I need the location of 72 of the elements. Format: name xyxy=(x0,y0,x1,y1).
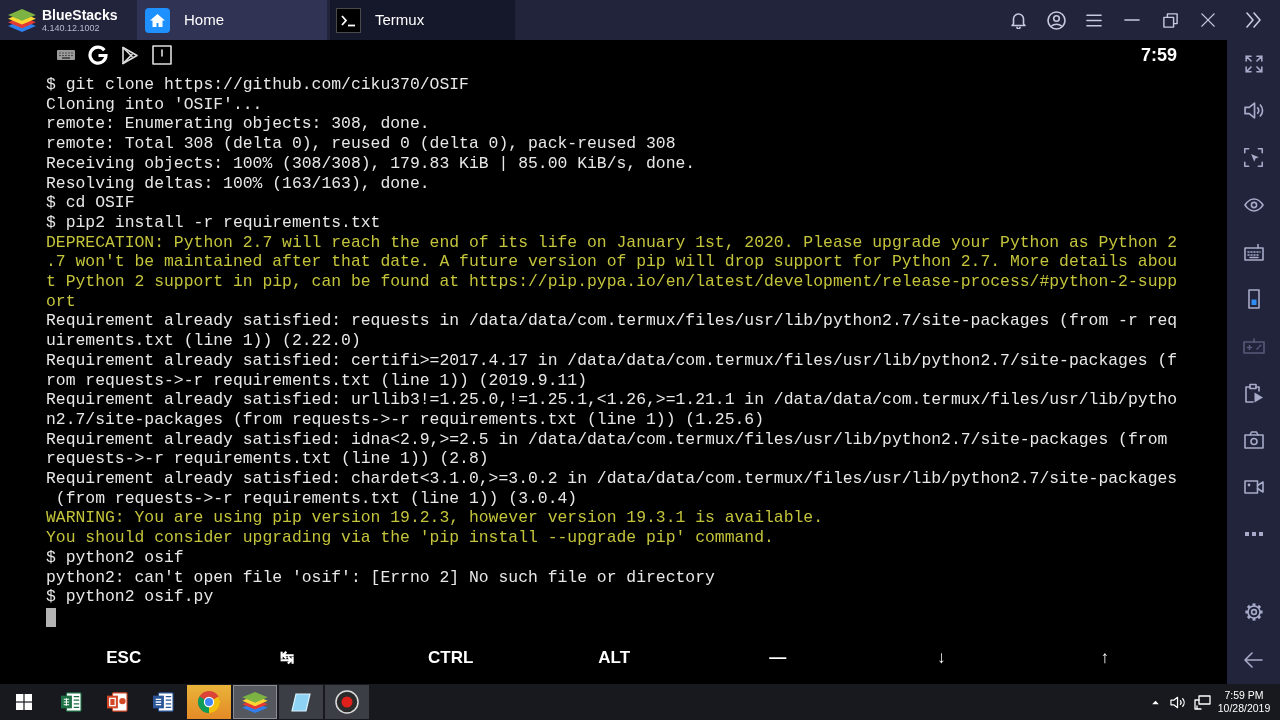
cursor-block-icon xyxy=(46,608,56,627)
restore-icon[interactable] xyxy=(1162,12,1178,28)
taskbar-button[interactable] xyxy=(279,685,323,719)
terminal-line: Cloning into 'OSIF'... xyxy=(46,94,264,115)
account-icon[interactable] xyxy=(1046,10,1066,30)
terminal-line: Receiving objects: 100% (308/308), 179.83 KiB | 85.00 KiB/s, done. xyxy=(46,153,697,174)
network-icon[interactable] xyxy=(1193,694,1211,710)
screen-pointer-icon[interactable] xyxy=(1244,148,1263,167)
extra-key[interactable]: ↑ xyxy=(1023,640,1187,676)
stack-logo-icon xyxy=(242,691,268,713)
stack-logo-icon xyxy=(8,8,36,32)
back-arrow-icon[interactable] xyxy=(1244,652,1263,668)
extra-key[interactable]: CTRL xyxy=(369,640,533,676)
terminal-line: WARNING: You are using pip version 19.2.3, however version 19.3.1 is available. xyxy=(46,508,825,529)
terminal-line: You should consider upgrading via the 'pip install --upgrade pip' command. xyxy=(46,528,775,548)
g-logo-icon xyxy=(88,45,108,65)
terminal-line: python2: can't open file 'osif': [Errno 2] No such file or directory xyxy=(46,567,716,588)
taskbar-time: 7:59 PM xyxy=(1224,689,1264,702)
keyboard-icon xyxy=(56,49,76,61)
status-time: 7:59 xyxy=(1140,43,1177,67)
terminal-line: $ pip2 install -r requirements.txt xyxy=(46,212,382,233)
clipboard-play-icon[interactable] xyxy=(1243,382,1264,403)
eye-icon[interactable] xyxy=(1243,197,1264,212)
terminal-line: Requirement already satisfied: certifi>=2017.4.17 in /data/data/com.termux/files/usr/lib/python2.7/site-packages (from requests->-r requirements.txt (line 1)) (2019.9.11) xyxy=(46,350,1179,391)
document-icon xyxy=(152,692,174,712)
app-name: BlueStacks xyxy=(42,7,118,23)
chevron-up-icon[interactable] xyxy=(1150,699,1160,705)
terminal-line: remote: Total 308 (delta 0), reused 0 (delta 0), pack-reused 308 xyxy=(46,134,677,154)
windows-logo-icon[interactable] xyxy=(15,694,32,710)
app-tab[interactable]: Termux xyxy=(330,0,515,40)
more-dots-icon[interactable] xyxy=(1244,531,1263,536)
speaker-icon[interactable] xyxy=(1243,101,1264,120)
app-version: 4.140.12.1002 xyxy=(42,22,101,33)
slanted-tile-icon xyxy=(291,692,311,712)
terminal-line: $ git clone https://github.com/ciku370/OSIF xyxy=(46,75,470,95)
terminal-line: $ python2 osif xyxy=(46,547,185,568)
camera-icon[interactable] xyxy=(1243,430,1264,449)
terminal-line: DEPRECATION: Python 2.7 will reach the end of its life on January 1st, 2020. Please upgrade your Python as Python 2.7 won't be maintained after that date. A future version of pip will drop support for Python 2.7. More details about Python 2 support in pip, can be found at https://pip.pypa.io/en/latest/development/release-process/#python-2-support xyxy=(46,232,1179,312)
terminal-line: Requirement already satisfied: requests in /data/data/com.termux/files/usr/lib/python2.7/site-packages (from -r requirements.txt (line 1)) (2.22.0) xyxy=(46,311,1179,351)
app-tab[interactable]: Home xyxy=(137,0,327,40)
presentation-icon xyxy=(106,692,128,712)
terminal-line: Requirement already satisfied: chardet<3.1.0,>=3.0.2 in /data/data/com.termux/files/usr/lib/python2.7/site-packages (from requests->-r requirements.txt (line 1)) (3.0.4) xyxy=(46,469,1179,509)
extra-key[interactable]: ALT xyxy=(532,640,696,676)
extra-key[interactable]: ↹ xyxy=(205,640,369,676)
taskbar-button[interactable] xyxy=(325,685,369,719)
double-chevron-icon[interactable] xyxy=(1246,12,1261,28)
house-icon xyxy=(145,7,170,33)
video-camera-icon[interactable] xyxy=(1243,479,1264,494)
round-logo-icon xyxy=(197,690,221,714)
terminal-icon xyxy=(336,7,361,33)
extra-key[interactable]: — xyxy=(696,640,860,676)
phone-icon[interactable] xyxy=(1247,288,1260,309)
bell-icon[interactable] xyxy=(1010,11,1026,29)
menu-icon[interactable] xyxy=(1086,13,1102,27)
settings-icon[interactable] xyxy=(1243,602,1264,622)
close-icon[interactable] xyxy=(1201,13,1215,27)
terminal-line: $ cd OSIF xyxy=(46,193,136,213)
terminal-line: remote: Enumerating objects: 308, done. xyxy=(46,114,431,135)
terminal-line: Resolving deltas: 100% (163/163), done. xyxy=(46,173,431,194)
speaker-icon[interactable] xyxy=(1170,695,1186,709)
terminal-line: $ python2 osif.py xyxy=(46,587,215,607)
extra-key[interactable]: ESC xyxy=(42,640,206,676)
taskbar-date: 10/28/2019 xyxy=(1217,702,1271,715)
play-triangle-icon xyxy=(121,45,139,65)
extra-key[interactable]: ↓ xyxy=(859,640,1023,676)
terminal-line: Requirement already satisfied: urllib3!=1.25.0,!=1.25.1,<1.26,>=1.21.1 in /data/data/com.termux/files/usr/lib/python2.7/site-packages (from requests->-r requirements.txt (line 1)) (1.25.6) xyxy=(46,390,1179,430)
record-icon xyxy=(335,690,359,714)
keyboard-icon[interactable] xyxy=(1243,242,1264,261)
spreadsheet-icon xyxy=(60,692,82,712)
terminal-line: Requirement already satisfied: idna<2.9,>=2.5 in /data/data/com.termux/files/usr/lib/python2.7/site-packages (from requests->-r requirements.txt (line 1)) (2.8) xyxy=(46,429,1169,470)
fullscreen-icon[interactable] xyxy=(1244,54,1263,73)
notification-square-icon xyxy=(152,45,172,65)
